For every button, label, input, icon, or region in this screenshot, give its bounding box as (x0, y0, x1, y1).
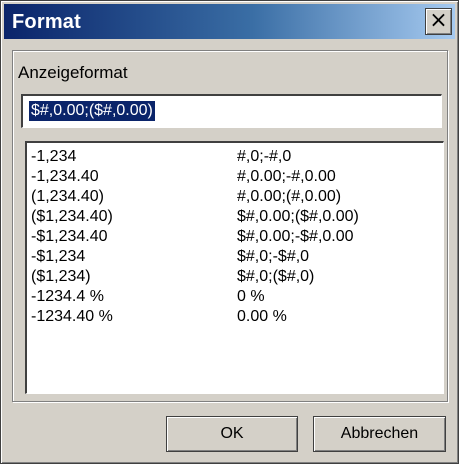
list-item[interactable]: -1234.4 % 0 % (31, 287, 441, 307)
list-item[interactable]: -$1,234.40 $#,0.00;-$#,0.00 (31, 227, 441, 247)
list-item-format: $#,0;-$#,0 (237, 248, 310, 265)
format-dialog: Format × Anzeigeformat $#,0.00;($#,0.00)… (0, 0, 459, 464)
cancel-button[interactable]: Abbrechen (313, 416, 446, 452)
list-item-format: #,0;-#,0 (237, 148, 292, 165)
list-item[interactable]: ($1,234) $#,0;($#,0) (31, 267, 441, 287)
list-item-format: 0.00 % (237, 308, 287, 325)
list-item-format: $#,0.00;-$#,0.00 (237, 228, 354, 245)
list-item-example: -1,234.40 (31, 168, 99, 185)
list-item-example: -1234.40 % (31, 308, 113, 325)
close-button[interactable]: × (425, 8, 452, 35)
dialog-title: Format (12, 11, 81, 33)
ok-button[interactable]: OK (166, 416, 298, 452)
format-input[interactable]: $#,0.00;($#,0.00) (21, 94, 442, 128)
format-input-selected-text: $#,0.00;($#,0.00) (29, 101, 155, 121)
list-item-example: -1,234 (31, 148, 77, 165)
list-item-example: (1,234.40) (31, 188, 104, 205)
list-item-example: ($1,234.40) (31, 208, 113, 225)
list-item[interactable]: -1,234 #,0;-#,0 (31, 147, 441, 167)
format-listbox[interactable]: -1,234 #,0;-#,0 -1,234.40 #,0.00;-#,0.00… (25, 141, 444, 394)
list-item-example: -$1,234 (31, 248, 86, 265)
list-item-format: #,0.00;(#,0.00) (237, 188, 342, 205)
list-item[interactable]: -1,234.40 #,0.00;-#,0.00 (31, 167, 441, 187)
list-item-example: -1234.4 % (31, 288, 104, 305)
list-item-example: ($1,234) (31, 268, 91, 285)
list-item-format: $#,0.00;($#,0.00) (237, 208, 359, 225)
list-item-format: $#,0;($#,0) (237, 268, 315, 285)
list-item[interactable]: -1234.40 % 0.00 % (31, 307, 441, 327)
list-item[interactable]: -$1,234 $#,0;-$#,0 (31, 247, 441, 267)
title-bar[interactable]: Format × (4, 4, 455, 39)
close-icon: × (429, 8, 448, 33)
list-item[interactable]: (1,234.40) #,0.00;(#,0.00) (31, 187, 441, 207)
list-item[interactable]: ($1,234.40) $#,0.00;($#,0.00) (31, 207, 441, 227)
list-item-format: 0 % (237, 288, 265, 305)
group-label: Anzeigeformat (18, 63, 128, 82)
list-item-example: -$1,234.40 (31, 228, 108, 245)
list-item-format: #,0.00;-#,0.00 (237, 168, 336, 185)
